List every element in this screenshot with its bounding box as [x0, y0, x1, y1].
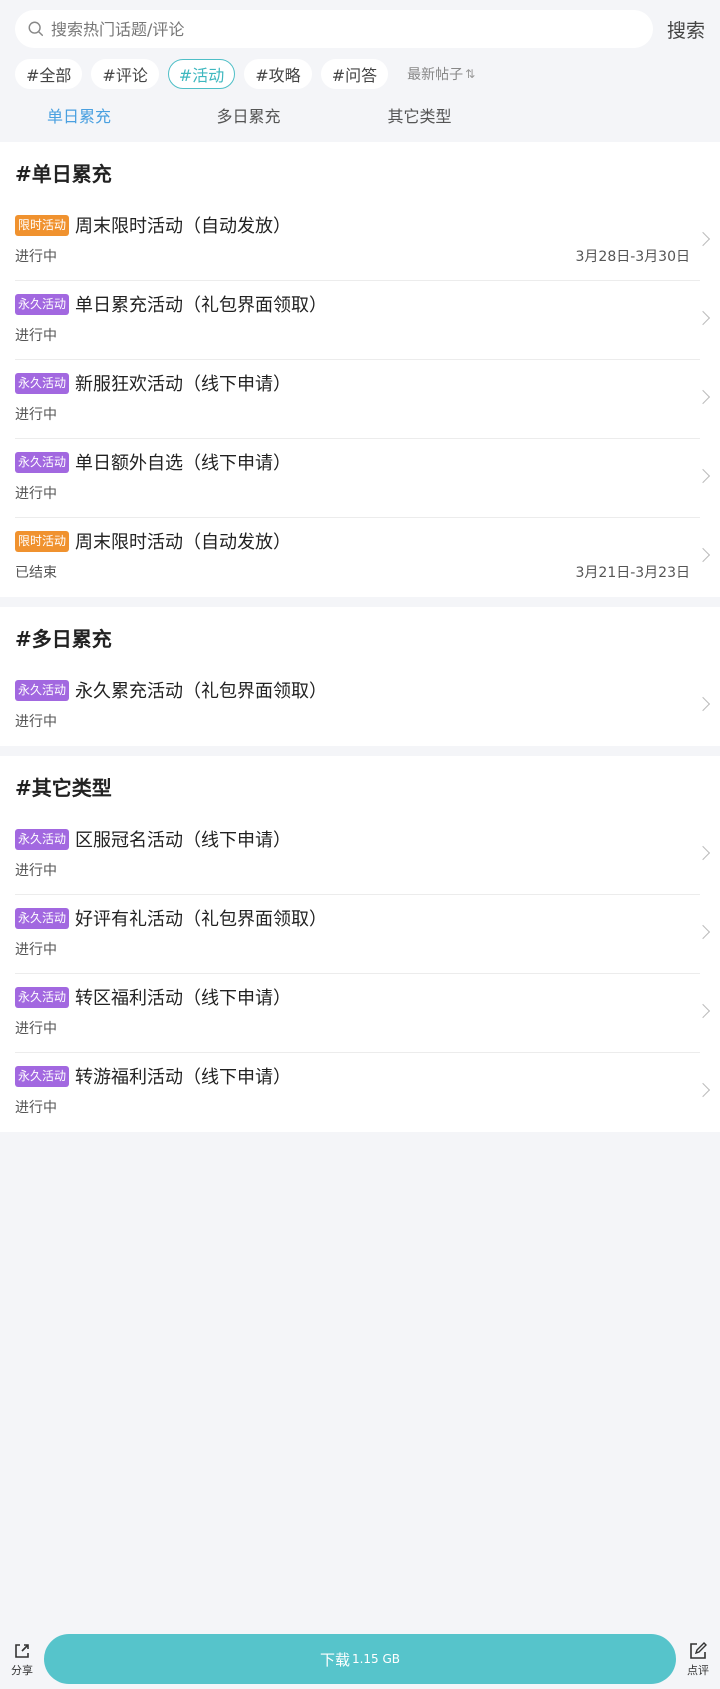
- search-input[interactable]: [51, 19, 551, 39]
- bottom-bar: 分享 下载 1.15 GB 点评: [0, 1629, 720, 1689]
- section: #多日累充 永久活动 永久累充活动（礼包界面领取） 进行中: [0, 607, 720, 746]
- search-button[interactable]: 搜索: [663, 16, 705, 43]
- activity-date: 3月21日-3月23日: [575, 565, 691, 581]
- activity-badge: 永久活动: [15, 372, 70, 394]
- search-box[interactable]: [15, 10, 653, 48]
- tag-qa[interactable]: #问答: [320, 59, 389, 89]
- item-header: 永久活动 永久累充活动（礼包界面领取）: [15, 677, 700, 703]
- category-tabs: 单日累充 多日累充 其它类型: [15, 104, 705, 142]
- share-label: 分享: [11, 1663, 33, 1677]
- activity-item[interactable]: 限时活动 周末限时活动（自动发放） 已结束 3月21日-3月23日: [15, 518, 711, 597]
- item-header: 永久活动 区服冠名活动（线下申请）: [15, 826, 700, 852]
- item-header: 永久活动 单日累充活动（礼包界面领取）: [15, 291, 700, 317]
- activity-status: 进行中: [15, 863, 57, 879]
- item-meta: 进行中 3月28日-3月30日: [15, 246, 700, 266]
- activity-date: 3月28日-3月30日: [575, 249, 691, 265]
- activity-item[interactable]: 永久活动 单日额外自选（线下申请） 进行中: [15, 439, 711, 518]
- activity-item[interactable]: 永久活动 新服狂欢活动（线下申请） 进行中: [15, 360, 711, 439]
- activity-title: 新服狂欢活动（线下申请）: [75, 374, 292, 395]
- item-header: 永久活动 转区福利活动（线下申请）: [15, 984, 700, 1010]
- tag-all[interactable]: #全部: [15, 59, 83, 89]
- activity-sections: #单日累充 限时活动 周末限时活动（自动发放） 进行中 3月28日-3月30日 …: [0, 142, 720, 1132]
- activity-badge: 永久活动: [15, 1065, 70, 1087]
- activity-status: 进行中: [15, 714, 57, 730]
- review-label: 点评: [687, 1663, 709, 1677]
- activity-badge: 限时活动: [15, 214, 70, 236]
- download-label: 下载: [319, 1650, 350, 1669]
- activity-title: 永久累充活动（礼包界面领取）: [75, 681, 328, 702]
- section-title: #其它类型: [15, 776, 112, 800]
- item-meta: 进行中: [15, 404, 700, 424]
- sort-dropdown[interactable]: 最新帖子 ⇅: [407, 64, 475, 84]
- activity-status: 进行中: [15, 328, 57, 344]
- activity-badge: 限时活动: [15, 530, 70, 552]
- section: #单日累充 限时活动 周末限时活动（自动发放） 进行中 3月28日-3月30日 …: [0, 142, 720, 597]
- review-button[interactable]: 点评: [676, 1641, 720, 1678]
- activity-status: 进行中: [15, 249, 57, 265]
- activity-item[interactable]: 永久活动 好评有礼活动（礼包界面领取） 进行中: [15, 895, 711, 974]
- activity-badge: 永久活动: [15, 293, 70, 315]
- activity-badge: 永久活动: [15, 451, 70, 473]
- activity-item[interactable]: 永久活动 单日累充活动（礼包界面领取） 进行中: [15, 281, 711, 360]
- item-meta: 进行中: [15, 1018, 700, 1038]
- activity-item[interactable]: 永久活动 永久累充活动（礼包界面领取） 进行中: [15, 667, 711, 746]
- tag-filter-row: #全部 #评论 #活动 #攻略 #问答 最新帖子 ⇅: [15, 58, 705, 90]
- item-header: 永久活动 新服狂欢活动（线下申请）: [15, 370, 700, 396]
- activity-status: 进行中: [15, 407, 57, 423]
- activity-badge: 永久活动: [15, 679, 70, 701]
- item-meta: 进行中: [15, 939, 700, 959]
- item-meta: 进行中: [15, 1097, 700, 1117]
- sort-label: 最新帖子: [407, 67, 464, 83]
- share-button[interactable]: 分享: [0, 1641, 44, 1678]
- item-header: 永久活动 单日额外自选（线下申请）: [15, 449, 700, 475]
- activity-title: 转游福利活动（线下申请）: [75, 1067, 292, 1088]
- item-header: 限时活动 周末限时活动（自动发放）: [15, 528, 700, 554]
- activity-badge: 永久活动: [15, 986, 70, 1008]
- section: #其它类型 永久活动 区服冠名活动（线下申请） 进行中 永久活动 好评有礼活动（…: [0, 756, 720, 1132]
- item-meta: 进行中: [15, 483, 700, 503]
- section-title: #单日累充: [15, 162, 112, 186]
- activity-title: 单日累充活动（礼包界面领取）: [75, 295, 328, 316]
- activity-item[interactable]: 永久活动 区服冠名活动（线下申请） 进行中: [15, 816, 711, 895]
- activity-status: 进行中: [15, 1021, 57, 1037]
- share-icon: [15, 1643, 29, 1658]
- tag-guides[interactable]: #攻略: [244, 59, 312, 89]
- activity-status: 进行中: [15, 942, 57, 958]
- item-header: 限时活动 周末限时活动（自动发放）: [15, 212, 700, 238]
- activity-item[interactable]: 永久活动 转区福利活动（线下申请） 进行中: [15, 974, 711, 1053]
- item-header: 永久活动 好评有礼活动（礼包界面领取）: [15, 905, 700, 931]
- tag-activities[interactable]: #活动: [167, 59, 236, 89]
- download-button[interactable]: 下载 1.15 GB: [44, 1634, 676, 1684]
- search-icon: [28, 21, 44, 37]
- tab-other[interactable]: 其它类型: [334, 104, 505, 142]
- item-meta: 进行中: [15, 325, 700, 345]
- activity-title: 单日额外自选（线下申请）: [75, 453, 292, 474]
- activity-badge: 永久活动: [15, 828, 70, 850]
- item-meta: 进行中: [15, 711, 700, 731]
- activity-status: 进行中: [15, 486, 57, 502]
- search-row: 搜索: [15, 10, 705, 48]
- edit-icon: [690, 1641, 707, 1659]
- download-size: 1.15 GB: [351, 1652, 401, 1666]
- activity-item[interactable]: 永久活动 转游福利活动（线下申请） 进行中: [15, 1053, 711, 1132]
- activity-title: 周末限时活动（自动发放）: [75, 532, 292, 553]
- tab-single-day[interactable]: 单日累充: [15, 104, 163, 142]
- sort-icon: ⇅: [465, 67, 476, 81]
- activity-badge: 永久活动: [15, 907, 70, 929]
- activity-title: 转区福利活动（线下申请）: [75, 988, 292, 1009]
- activity-item[interactable]: 限时活动 周末限时活动（自动发放） 进行中 3月28日-3月30日: [15, 202, 711, 281]
- top-header: 搜索 #全部 #评论 #活动 #攻略 #问答 最新帖子 ⇅ 单日累充 多日累充 …: [0, 0, 720, 142]
- activity-title: 周末限时活动（自动发放）: [75, 216, 292, 237]
- section-title: #多日累充: [15, 627, 112, 651]
- activity-title: 区服冠名活动（线下申请）: [75, 830, 292, 851]
- activity-status: 进行中: [15, 1100, 57, 1116]
- tab-multi-day[interactable]: 多日累充: [163, 104, 334, 142]
- activity-status: 已结束: [15, 565, 57, 581]
- item-header: 永久活动 转游福利活动（线下申请）: [15, 1063, 700, 1089]
- tag-comments[interactable]: #评论: [91, 59, 159, 89]
- item-meta: 进行中: [15, 860, 700, 880]
- item-meta: 已结束 3月21日-3月23日: [15, 562, 700, 582]
- activity-title: 好评有礼活动（礼包界面领取）: [75, 909, 328, 930]
